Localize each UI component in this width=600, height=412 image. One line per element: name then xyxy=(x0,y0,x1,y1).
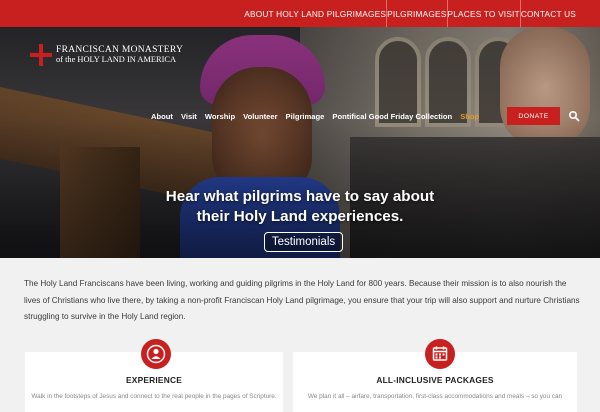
top-link-places-to-visit[interactable]: PLACES TO VISIT xyxy=(448,9,520,19)
nav-shop[interactable]: Shop xyxy=(460,112,479,121)
testimonials-button[interactable]: Testimonials xyxy=(264,232,343,252)
card-title: ALL-INCLUSIVE PACKAGES xyxy=(376,375,494,385)
hero-headline-line-1: Hear what pilgrims have to say about xyxy=(165,188,435,205)
top-link-pilgrimages[interactable]: PILGRIMAGES xyxy=(387,9,446,19)
main-nav: About Visit Worship Volunteer Pilgrimage… xyxy=(151,108,487,124)
jerusalem-cross-icon xyxy=(30,44,52,66)
nav-volunteer[interactable]: Volunteer xyxy=(243,112,277,121)
logo-text: FRANCISCAN MONASTERY of the HOLY LAND IN… xyxy=(56,45,183,65)
site-logo[interactable]: FRANCISCAN MONASTERY of the HOLY LAND IN… xyxy=(30,44,183,66)
nav-visit[interactable]: Visit xyxy=(181,112,197,121)
logo-line-1: FRANCISCAN MONASTERY xyxy=(56,45,184,55)
hero-headline-line-2: their Holy Land experiences. xyxy=(196,208,404,225)
top-link-contact-us[interactable]: CONTACT US xyxy=(521,9,576,19)
feature-card-packages: ALL-INCLUSIVE PACKAGES We plan it all – … xyxy=(293,339,577,412)
top-links: ABOUT HOLY LAND PILGRIMAGES PILGRIMAGES … xyxy=(244,0,576,27)
intro-paragraph: The Holy Land Franciscans have been livi… xyxy=(24,279,580,321)
nav-pilgrimage[interactable]: Pilgrimage xyxy=(286,112,325,121)
card-title: EXPERIENCE xyxy=(126,375,182,385)
donate-button[interactable]: DONATE xyxy=(507,107,560,125)
hero-headline: Hear what pilgrims have to say about the… xyxy=(0,187,600,227)
nav-about[interactable]: About xyxy=(151,112,173,121)
card-body: We plan it all – airfare, transportation… xyxy=(307,393,563,400)
calendar-icon xyxy=(425,339,455,369)
nav-worship[interactable]: Worship xyxy=(205,112,235,121)
logo-line-2: of the HOLY LAND IN AMERICA xyxy=(56,55,177,64)
card-body: Walk in the footsteps of Jesus and conne… xyxy=(31,393,277,400)
top-link-about-pilgrimages[interactable]: ABOUT HOLY LAND PILGRIMAGES xyxy=(244,9,386,19)
top-bar: ABOUT HOLY LAND PILGRIMAGES PILGRIMAGES … xyxy=(0,0,600,27)
person-icon xyxy=(141,339,171,369)
search-icon[interactable] xyxy=(568,110,580,122)
feature-card-experience: EXPERIENCE Walk in the footsteps of Jesu… xyxy=(25,339,283,412)
nav-good-friday-collection[interactable]: Pontifical Good Friday Collection xyxy=(332,112,452,121)
